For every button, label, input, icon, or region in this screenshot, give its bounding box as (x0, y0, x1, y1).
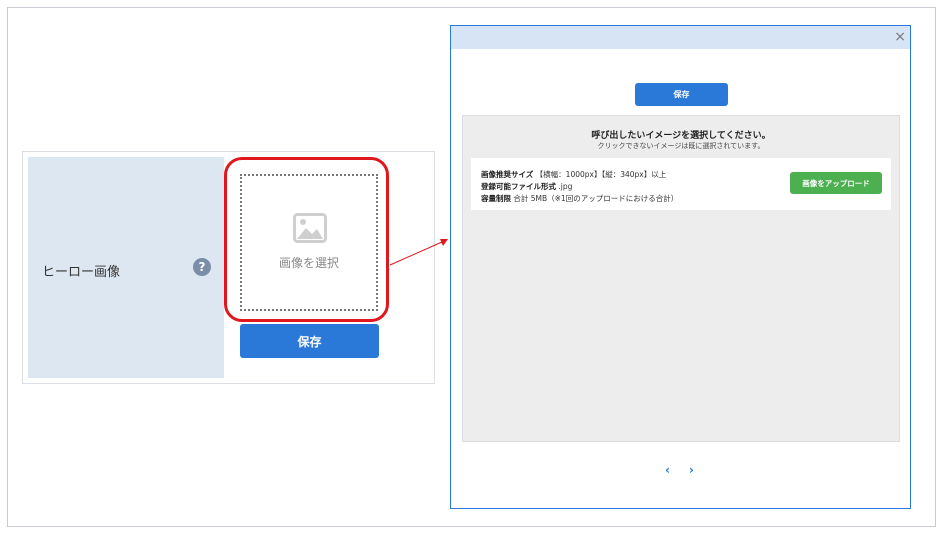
modal-content: 呼び出したいイメージを選択してください。 クリックできないイメージは既に選択され… (462, 115, 900, 442)
hero-image-label: ヒーロー画像 (42, 265, 121, 280)
close-icon[interactable]: × (894, 28, 906, 46)
select-image-label: 画像を選択 (278, 256, 339, 270)
limit-value: 合計 5MB（※1回のアップロードにおける合計） (513, 194, 679, 203)
modal-title: 呼び出したいイメージを選択してください。 (591, 131, 771, 141)
modal-header: × (451, 26, 910, 49)
image-select-dropzone[interactable]: 画像を選択 (240, 174, 378, 311)
limit-label: 容量制限 (481, 194, 511, 203)
pager-prev-icon[interactable]: ‹ (665, 463, 670, 477)
size-value: 【横幅：1000px】【縦：340px】以上 (535, 170, 667, 179)
upload-info-card: 画像推奨サイズ 【横幅：1000px】【縦：340px】以上 登録可能ファイル形… (471, 158, 891, 210)
callout-arrow (389, 239, 448, 266)
pager-next-icon[interactable]: › (689, 463, 694, 477)
modal-save-button[interactable]: 保存 (635, 83, 728, 106)
help-icon[interactable]: ? (193, 258, 211, 276)
limit-info-row: 容量制限 合計 5MB（※1回のアップロードにおける合計） (481, 193, 678, 204)
form-label-cell: ヒーロー画像 ? (28, 157, 224, 378)
upload-image-button[interactable]: 画像をアップロード (790, 172, 882, 194)
format-value: .jpg (558, 182, 573, 191)
format-info-row: 登録可能ファイル形式 .jpg (481, 181, 572, 192)
size-label: 画像推奨サイズ (481, 170, 534, 179)
modal-subtitle: クリックできないイメージは既に選択されています。 (597, 142, 765, 150)
image-placeholder-icon (293, 213, 327, 243)
size-info-row: 画像推奨サイズ 【横幅：1000px】【縦：340px】以上 (481, 169, 666, 180)
format-label: 登録可能ファイル形式 (481, 182, 556, 191)
save-button[interactable]: 保存 (240, 324, 379, 358)
image-picker-modal: × 保存 呼び出したいイメージを選択してください。 クリックできないイメージは既… (450, 25, 911, 509)
